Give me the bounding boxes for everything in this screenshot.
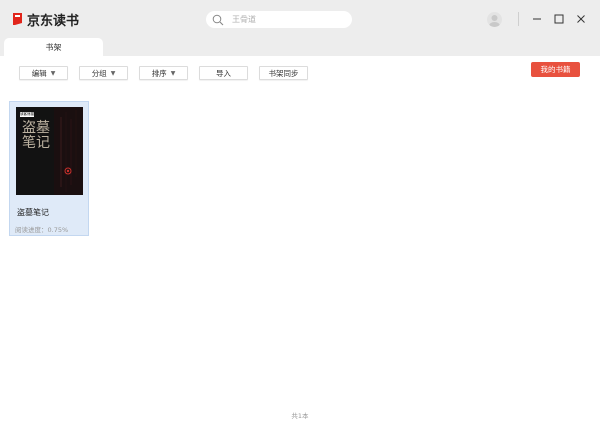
maximize-icon[interactable] <box>552 12 566 26</box>
book-cover[interactable]: 读客熊猫 盗墓笔记 <box>16 107 83 195</box>
title-bar: 京东读书 书架 <box>0 0 600 56</box>
close-icon[interactable] <box>574 12 588 26</box>
tab-bookshelf[interactable]: 书架 <box>4 38 103 56</box>
search-input[interactable] <box>232 15 342 24</box>
caret-down-icon: ▼ <box>170 69 176 77</box>
import-label: 导入 <box>216 68 231 78</box>
book-count: 共1本 <box>291 412 309 420</box>
sync-shelf-button[interactable]: 书架同步 <box>259 66 308 80</box>
group-button[interactable]: 分组 ▼ <box>79 66 128 80</box>
group-label: 分组 <box>91 68 107 78</box>
app-name: 京东读书 <box>27 13 80 29</box>
avatar[interactable] <box>487 12 502 27</box>
edit-label: 编辑 <box>31 68 47 78</box>
book-card[interactable]: 读客熊猫 盗墓笔记 盗墓笔记 阅读进度：0.75% <box>9 101 89 236</box>
reading-progress: 阅读进度：0.75% <box>15 226 69 234</box>
caret-down-icon: ▼ <box>50 69 56 77</box>
sort-button[interactable]: 排序 ▼ <box>139 66 188 80</box>
user-icon <box>489 15 500 27</box>
minimize-icon[interactable] <box>530 12 544 26</box>
search-icon[interactable] <box>212 14 224 26</box>
cover-title: 盗墓笔记 <box>22 120 50 151</box>
cover-publisher: 读客熊猫 <box>20 112 34 116</box>
sort-label: 排序 <box>151 68 167 78</box>
caret-down-icon: ▼ <box>110 69 116 77</box>
search-box[interactable] <box>206 11 352 28</box>
divider <box>518 12 519 26</box>
edit-button[interactable]: 编辑 ▼ <box>19 66 68 80</box>
sync-label: 书架同步 <box>268 68 299 78</box>
book-title[interactable]: 盗墓笔记 <box>17 207 49 218</box>
book-logo-icon <box>13 13 22 25</box>
app-logo: 京东读书 <box>12 10 80 29</box>
import-button[interactable]: 导入 <box>199 66 248 80</box>
my-books-button[interactable]: 我的书籍 <box>531 62 580 77</box>
